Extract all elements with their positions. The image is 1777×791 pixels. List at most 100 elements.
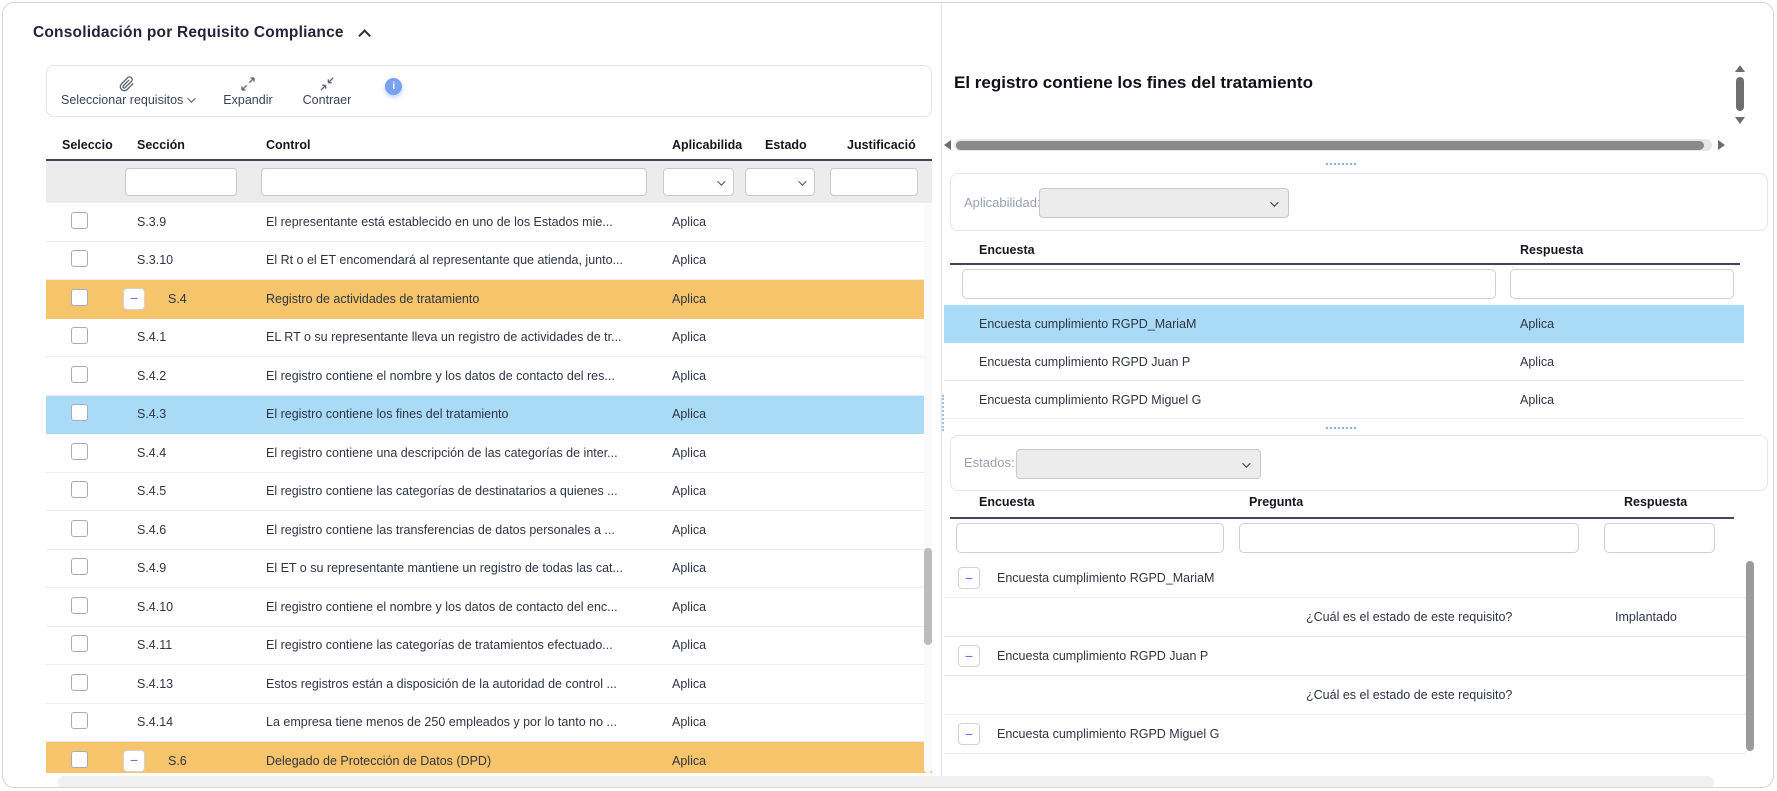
table-row[interactable]: − S.4.5 El registro contiene las categor… [46, 473, 932, 512]
requisitos-table-header: Seleccio Sección Control Aplicabilida Es… [46, 131, 932, 161]
questions-table-body: − Encuesta cumplimiento RGPD_MariaM − ¿C… [944, 559, 1746, 754]
collapse-group-button[interactable]: − [958, 645, 980, 667]
panel-resize-handle[interactable] [942, 395, 944, 431]
table-row[interactable]: − S.3.10 El Rt o el ET encomendará al re… [46, 242, 932, 281]
left-vertical-scrollbar-track[interactable] [924, 203, 932, 773]
row-checkbox[interactable] [71, 674, 88, 691]
table-row[interactable]: − S.4.13 Estos registros están a disposi… [46, 665, 932, 704]
table-row[interactable]: − S.4.6 El registro contiene las transfe… [46, 511, 932, 550]
seccion-cell: S.4.11 [137, 638, 172, 652]
scroll-left-arrow[interactable] [944, 140, 951, 150]
resize-handle[interactable] [1326, 427, 1356, 429]
control-cell: El ET o su representante mantiene un reg… [251, 561, 656, 575]
collapse-section-icon[interactable] [358, 29, 371, 42]
col-aplicabilidad: Aplicabilida [656, 138, 746, 152]
question-row[interactable]: − ¿Cuál es el estado de este requisito? [944, 676, 1746, 715]
aplicabilidad-cell: Aplica [656, 754, 746, 768]
surveys-encuesta-filter-input[interactable] [962, 269, 1496, 299]
row-checkbox[interactable] [71, 366, 88, 383]
table-row[interactable]: − S.4.3 El registro contiene los fines d… [46, 396, 932, 435]
left-vertical-scrollbar-thumb[interactable] [924, 548, 932, 645]
row-checkbox[interactable] [71, 443, 88, 460]
collapse-group-button[interactable]: − [958, 723, 980, 745]
table-row[interactable]: − S.4.11 El registro contiene las catego… [46, 627, 932, 666]
estados-select[interactable] [1016, 449, 1261, 479]
expandir-button[interactable]: Expandir [223, 76, 272, 107]
encuesta-cell: Encuesta cumplimiento RGPD Miguel G [979, 393, 1201, 407]
collapse-group-button[interactable]: − [958, 567, 980, 589]
detail-vertical-scrollbar-thumb[interactable] [1736, 77, 1744, 111]
estado-filter-select[interactable] [745, 168, 815, 196]
detail-panel: El registro contiene los fines del trata… [941, 3, 1774, 788]
scroll-right-arrow[interactable] [1718, 140, 1725, 150]
questions-vertical-scrollbar-thumb[interactable] [1746, 561, 1754, 751]
questions-encuesta-filter-input[interactable] [956, 523, 1224, 553]
questions-respuesta-filter-input[interactable] [1604, 523, 1715, 553]
detail-horizontal-scrollbar-thumb[interactable] [956, 141, 1704, 150]
surveys-table-body: Encuesta cumplimiento RGPD_MariaM Aplica… [944, 305, 1744, 419]
question-row[interactable]: − ¿Cuál es el estado de este requisito? … [944, 598, 1746, 637]
row-checkbox[interactable] [71, 712, 88, 729]
table-row[interactable]: − S.4.2 El registro contiene el nombre y… [46, 357, 932, 396]
collapse-group-button[interactable]: − [123, 750, 145, 772]
select-requisitos-button[interactable]: Seleccionar requisitos [61, 76, 193, 107]
seccion-cell: S.4.13 [137, 677, 173, 691]
table-row[interactable]: − S.3.9 El representante está establecid… [46, 203, 932, 242]
requisitos-filter-row [46, 161, 932, 203]
table-row[interactable]: − S.4.4 El registro contiene una descrip… [46, 434, 932, 473]
survey-row[interactable]: Encuesta cumplimiento RGPD Juan P Aplica [944, 343, 1744, 381]
aplicabilidad-cell: Aplica [656, 561, 746, 575]
question-row[interactable]: − Encuesta cumplimiento RGPD Miguel G [944, 715, 1746, 754]
surveys-header-underline [950, 263, 1740, 265]
questions-pregunta-filter-input[interactable] [1239, 523, 1579, 553]
table-row[interactable]: − S.4 Registro de actividades de tratami… [46, 280, 932, 319]
row-checkbox[interactable] [71, 751, 88, 768]
row-checkbox[interactable] [71, 481, 88, 498]
control-cell: El representante está establecido en uno… [251, 215, 656, 229]
respuesta-cell: Aplica [1520, 355, 1554, 369]
scroll-up-arrow[interactable] [1735, 65, 1745, 72]
table-row[interactable]: − S.4.14 La empresa tiene menos de 250 e… [46, 704, 932, 743]
survey-row[interactable]: Encuesta cumplimiento RGPD_MariaM Aplica [944, 305, 1744, 343]
aplicabilidad-select[interactable] [1039, 188, 1289, 218]
aplicabilidad-filter-select[interactable] [663, 168, 734, 196]
app-window: Consolidación por Requisito Compliance S… [2, 2, 1774, 788]
scroll-down-arrow[interactable] [1735, 117, 1745, 124]
control-cell: El registro contiene una descripción de … [251, 446, 656, 460]
question-row[interactable]: − Encuesta cumplimiento RGPD Juan P [944, 637, 1746, 676]
surveys-respuesta-filter-input[interactable] [1510, 269, 1734, 299]
row-checkbox[interactable] [71, 404, 88, 421]
minus-icon: − [130, 752, 138, 768]
question-row[interactable]: − Encuesta cumplimiento RGPD_MariaM [944, 559, 1746, 598]
chevron-down-icon [798, 177, 806, 185]
control-cell: EL RT o su representante lleva un regist… [251, 330, 656, 344]
justificacion-filter-input[interactable] [830, 168, 918, 196]
encuesta-cell: Encuesta cumplimiento RGPD_MariaM [979, 317, 1196, 331]
row-checkbox[interactable] [71, 250, 88, 267]
table-row[interactable]: − S.4.1 EL RT o su representante lleva u… [46, 319, 932, 358]
aplicabilidad-cell: Aplica [656, 407, 746, 421]
contraer-button[interactable]: Contraer [303, 76, 352, 107]
chevron-down-icon [717, 177, 725, 185]
row-checkbox[interactable] [71, 289, 88, 306]
seccion-filter-input[interactable] [125, 168, 237, 196]
aplicabilidad-cell: Aplica [656, 677, 746, 691]
row-checkbox[interactable] [71, 212, 88, 229]
resize-handle[interactable] [1326, 163, 1356, 165]
row-checkbox[interactable] [71, 520, 88, 537]
row-checkbox[interactable] [71, 597, 88, 614]
table-row[interactable]: − S.4.10 El registro contiene el nombre … [46, 588, 932, 627]
chevron-down-icon [1242, 459, 1250, 467]
encuesta-cell: Encuesta cumplimiento RGPD Miguel G [997, 727, 1232, 741]
table-row[interactable]: − S.6 Delegado de Protección de Datos (D… [46, 742, 932, 773]
row-checkbox[interactable] [71, 327, 88, 344]
control-filter-input[interactable] [261, 168, 647, 196]
table-row[interactable]: − S.4.9 El ET o su representante mantien… [46, 550, 932, 589]
survey-row[interactable]: Encuesta cumplimiento RGPD Miguel G Apli… [944, 381, 1744, 419]
info-icon[interactable]: i [385, 78, 402, 95]
control-cell: El registro contiene las transferencias … [251, 523, 656, 537]
page-horizontal-scrollbar-track[interactable] [58, 776, 1714, 788]
collapse-group-button[interactable]: − [123, 288, 145, 310]
row-checkbox[interactable] [71, 558, 88, 575]
row-checkbox[interactable] [71, 635, 88, 652]
